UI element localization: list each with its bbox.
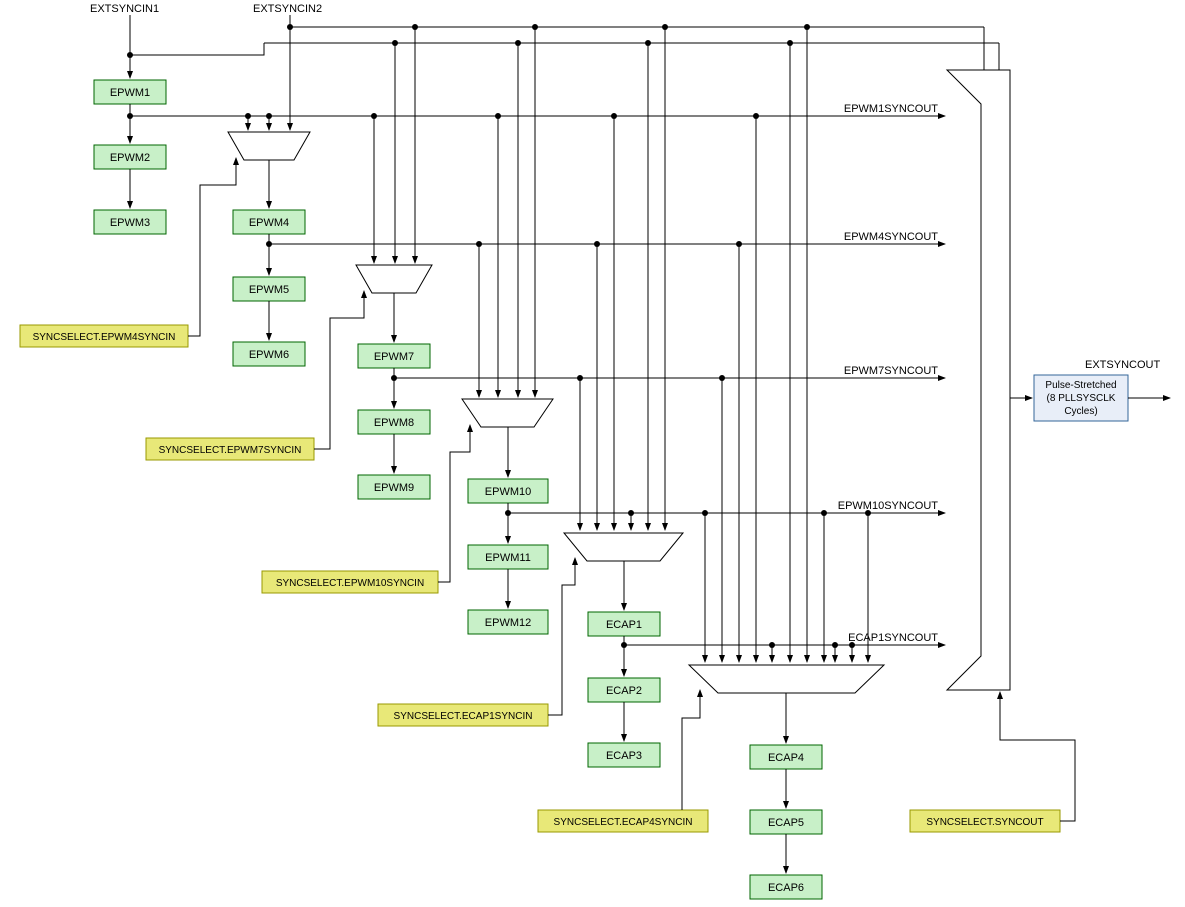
mux-epwm10: [462, 399, 553, 427]
label-epwm1: EPWM1: [110, 87, 150, 99]
label-extsyncin2: EXTSYNCIN2: [253, 3, 322, 15]
label-epwm10syncout: EPWM10SYNCOUT: [838, 500, 939, 512]
wire: [438, 425, 470, 582]
label-syncselect-epwm4: SYNCSELECT.EPWM4SYNCIN: [33, 332, 176, 343]
label-pulse-3: Cycles): [1064, 406, 1097, 417]
mux-epwm4: [228, 132, 310, 160]
label-epwm1syncout: EPWM1SYNCOUT: [844, 103, 938, 115]
label-syncselect-epwm7: SYNCSELECT.EPWM7SYNCIN: [159, 445, 302, 456]
label-ecap5: ECAP5: [768, 817, 804, 829]
mux-output: [947, 70, 1010, 690]
label-ecap2: ECAP2: [606, 685, 642, 697]
label-epwm5: EPWM5: [249, 284, 289, 296]
mux-epwm7: [356, 265, 432, 293]
label-ecap3: ECAP3: [606, 750, 642, 762]
label-epwm4: EPWM4: [249, 217, 289, 229]
node: [628, 510, 634, 516]
node: [769, 642, 775, 648]
wire: [314, 291, 364, 449]
label-syncselect-ecap1: SYNCSELECT.ECAP1SYNCIN: [394, 711, 533, 722]
label-epwm7syncout: EPWM7SYNCOUT: [844, 365, 938, 377]
node: [266, 113, 272, 119]
label-extsyncin1: EXTSYNCIN1: [90, 3, 159, 15]
label-syncselect-ecap4: SYNCSELECT.ECAP4SYNCIN: [554, 817, 693, 828]
label-epwm7: EPWM7: [374, 351, 414, 363]
mux-ecap4: [689, 665, 884, 693]
label-epwm12: EPWM12: [485, 617, 531, 629]
label-epwm6: EPWM6: [249, 349, 289, 361]
label-epwm10: EPWM10: [485, 486, 531, 498]
label-epwm3: EPWM3: [110, 217, 150, 229]
wire: [548, 558, 575, 715]
label-epwm4syncout: EPWM4SYNCOUT: [844, 231, 938, 243]
label-ecap6: ECAP6: [768, 882, 804, 894]
wire: [130, 43, 264, 55]
label-epwm2: EPWM2: [110, 152, 150, 164]
node: [127, 52, 133, 58]
label-ecap4: ECAP4: [768, 752, 804, 764]
label-ecap1: ECAP1: [606, 619, 642, 631]
wire: [188, 158, 236, 336]
wire: [682, 690, 700, 810]
wire: [1000, 692, 1075, 821]
label-pulse-2: (8 PLLSYSCLK: [1047, 393, 1116, 404]
mux-ecap1: [564, 533, 683, 561]
node: [821, 510, 827, 516]
wire: [130, 104, 945, 116]
label-ecap1syncout: ECAP1SYNCOUT: [848, 632, 938, 644]
label-syncselect-syncout: SYNCSELECT.SYNCOUT: [926, 817, 1043, 828]
label-extsyncout: EXTSYNCOUT: [1085, 359, 1160, 371]
label-epwm11: EPWM11: [485, 552, 531, 564]
label-epwm8: EPWM8: [374, 417, 414, 429]
label-syncselect-epwm10: SYNCSELECT.EPWM10SYNCIN: [276, 578, 424, 589]
node: [832, 642, 838, 648]
label-pulse-1: Pulse-Stretched: [1045, 380, 1116, 391]
label-epwm9: EPWM9: [374, 482, 414, 494]
